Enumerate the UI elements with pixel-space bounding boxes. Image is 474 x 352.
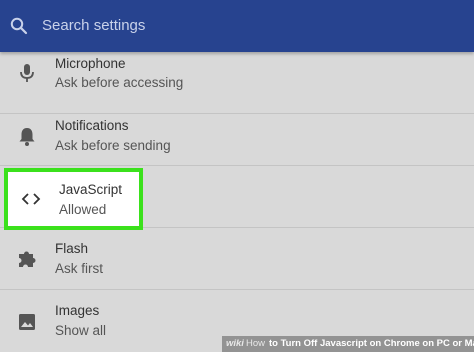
setting-row-javascript[interactable]: JavaScript Allowed (4, 168, 143, 230)
setting-row-notifications[interactable]: Notifications Ask before sending (0, 104, 474, 166)
microphone-icon (16, 62, 38, 84)
code-brackets-icon (20, 188, 42, 210)
setting-subtitle: Ask before accessing (55, 75, 184, 90)
setting-title: Images (55, 303, 100, 318)
setting-title: Notifications (55, 118, 129, 133)
puzzle-icon (16, 248, 38, 270)
setting-title: Flash (55, 241, 89, 256)
watermark-caption: wiki How to Turn Off Javascript on Chrome … (222, 336, 474, 352)
setting-title: Microphone (55, 56, 126, 71)
wikihow-logo: wiki (226, 338, 244, 349)
watermark-text: to Turn Off Javascript on Chrome on PC o… (268, 338, 474, 349)
setting-subtitle: Ask first (55, 261, 104, 276)
setting-title: JavaScript (59, 182, 123, 197)
setting-row-flash[interactable]: Flash Ask first (0, 228, 474, 290)
search-input[interactable]: Search settings (42, 17, 145, 35)
setting-subtitle: Ask before sending (55, 138, 171, 153)
wikihow-brand: How (245, 338, 265, 349)
search-icon[interactable] (10, 17, 28, 35)
setting-subtitle: Show all (55, 323, 107, 338)
setting-subtitle: Allowed (59, 202, 107, 217)
image-icon (16, 311, 38, 333)
bell-icon (16, 125, 38, 147)
search-bar[interactable]: Search settings (0, 0, 474, 52)
